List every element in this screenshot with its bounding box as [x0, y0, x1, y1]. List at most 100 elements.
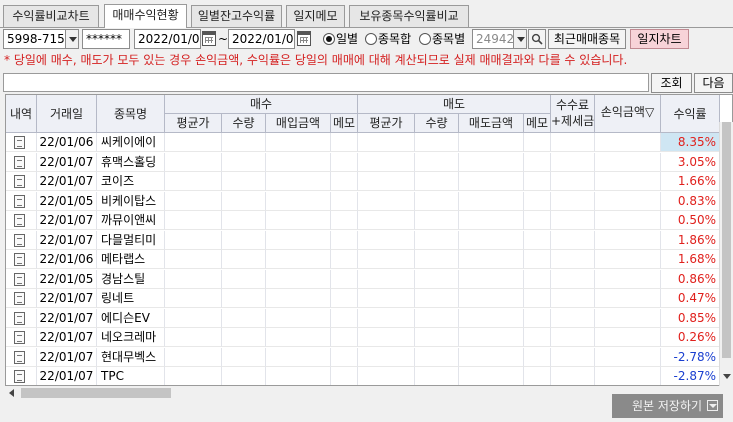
stock-code-input[interactable]: 249420	[472, 29, 514, 49]
empty-cell	[266, 308, 331, 328]
col-header-fee-line2: +제세금	[551, 114, 595, 128]
empty-cell	[459, 367, 524, 385]
document-icon[interactable]	[14, 155, 25, 169]
scroll-down-arrow-icon[interactable]	[723, 374, 731, 379]
col-header-sell-amount: 매도금액	[459, 114, 524, 133]
empty-cell	[551, 172, 595, 191]
horizontal-scroll-thumb[interactable]	[21, 388, 171, 398]
tab-return-compare-chart[interactable]: 수익률비교차트	[3, 5, 99, 28]
col-header-return-rate[interactable]: 수익률	[661, 95, 720, 133]
vertical-scrollbar[interactable]	[719, 122, 733, 386]
table-row[interactable]: 22/01/06 씨케이에이 8.35%	[6, 133, 732, 152]
empty-cell	[222, 191, 266, 211]
stock-name-cell: 씨케이에이	[97, 133, 165, 152]
account-select[interactable]: 5998-7154	[3, 29, 66, 49]
table-row[interactable]: 22/01/05 비케이탑스 0.83%	[6, 191, 732, 211]
tab-journal-memo[interactable]: 일지메모	[286, 5, 345, 28]
document-icon[interactable]	[14, 253, 25, 266]
stock-name-cell: TPC	[97, 367, 165, 385]
empty-cell	[524, 328, 551, 347]
empty-cell	[165, 211, 222, 230]
save-original-button[interactable]: 원본 저장하기	[612, 394, 723, 418]
journal-chart-button[interactable]: 일지차트	[630, 29, 689, 49]
empty-cell	[459, 152, 524, 172]
empty-cell	[459, 172, 524, 191]
empty-cell	[266, 250, 331, 269]
radio-daily-label: 일별	[336, 32, 359, 46]
empty-cell	[459, 230, 524, 250]
radio-by-stock-dot-icon	[419, 33, 431, 45]
table-row[interactable]: 22/01/07 다믈멀티미 1.86%	[6, 230, 732, 250]
return-rate-cell: -2.87%	[661, 367, 720, 385]
table-row[interactable]: 22/01/07 휴맥스홀딩 3.05%	[6, 152, 732, 172]
document-icon[interactable]	[14, 292, 25, 305]
table-row[interactable]: 22/01/07 코이즈 1.66%	[6, 172, 732, 191]
row-detail-cell	[6, 308, 37, 328]
scroll-left-arrow-icon[interactable]	[9, 389, 14, 397]
vertical-scroll-thumb[interactable]	[722, 122, 731, 358]
empty-cell	[358, 328, 415, 347]
document-icon[interactable]	[14, 175, 25, 188]
tab-holding-return-compare[interactable]: 보유종목수익률비교	[349, 5, 469, 28]
empty-cell	[358, 133, 415, 152]
table-row[interactable]: 22/01/07 TPC -2.87%	[6, 367, 732, 385]
col-group-sell: 매도	[358, 95, 551, 114]
document-icon[interactable]	[14, 350, 25, 364]
tab-daily-balance-return[interactable]: 일별잔고수익률	[191, 5, 282, 28]
table-row[interactable]: 22/01/06 메타랩스 1.68%	[6, 250, 732, 269]
empty-cell	[358, 172, 415, 191]
table-row[interactable]: 22/01/07 에디슨EV 0.85%	[6, 308, 732, 328]
date-from-calendar-icon[interactable]	[202, 31, 216, 46]
empty-cell	[551, 308, 595, 328]
table-row[interactable]: 22/01/07 네오크레마 0.26%	[6, 328, 732, 347]
document-icon[interactable]	[14, 370, 25, 383]
tab-trade-profit-status[interactable]: 매매수익현황	[104, 4, 187, 28]
document-icon[interactable]	[14, 136, 25, 149]
col-header-trade-date: 거래일	[37, 95, 97, 133]
empty-cell	[331, 211, 358, 230]
stock-search-button[interactable]	[528, 29, 546, 49]
search-button[interactable]: 조회	[651, 73, 692, 93]
row-detail-cell	[6, 250, 37, 269]
empty-cell	[595, 269, 661, 289]
empty-cell	[266, 367, 331, 385]
empty-cell	[595, 250, 661, 269]
recent-trade-stocks-button[interactable]: 최근매매종목	[548, 29, 626, 49]
empty-cell	[415, 269, 459, 289]
empty-cell	[358, 308, 415, 328]
stock-name-cell: 까뮤이앤씨	[97, 211, 165, 230]
document-icon[interactable]	[14, 214, 25, 227]
document-icon[interactable]	[14, 311, 25, 325]
document-icon[interactable]	[14, 194, 25, 208]
empty-cell	[551, 191, 595, 211]
save-original-label: 원본 저장하기	[632, 399, 703, 413]
empty-cell	[551, 269, 595, 289]
radio-by-stock[interactable]: 종목별	[419, 30, 465, 48]
radio-daily[interactable]: 일별	[323, 30, 358, 48]
dropdown-chevron-icon[interactable]	[707, 400, 718, 411]
account-dropdown-chevron-icon[interactable]	[65, 29, 79, 49]
empty-cell	[551, 152, 595, 172]
table-row[interactable]: 22/01/07 링네트 0.47%	[6, 289, 732, 308]
stock-code-chevron-icon[interactable]	[513, 29, 527, 49]
radio-stock-sum[interactable]: 종목합	[365, 30, 411, 48]
date-from-input[interactable]: 2022/01/03	[134, 29, 201, 49]
date-range-separator: ~	[218, 32, 229, 46]
document-icon[interactable]	[14, 331, 25, 344]
password-field[interactable]: ******	[82, 29, 130, 49]
col-header-profit-loss[interactable]: 손익금액▽	[595, 95, 661, 133]
document-icon[interactable]	[14, 272, 25, 286]
date-to-input[interactable]: 2022/01/07	[228, 29, 295, 49]
col-header-fee-line1: 수수료	[555, 98, 590, 112]
empty-cell	[551, 250, 595, 269]
next-button[interactable]: 다음	[694, 73, 733, 93]
radio-by-stock-label: 종목별	[432, 32, 466, 46]
document-icon[interactable]	[14, 233, 25, 247]
table-row[interactable]: 22/01/07 까뮤이앤씨 0.50%	[6, 211, 732, 230]
row-detail-cell	[6, 211, 37, 230]
date-to-calendar-icon[interactable]	[297, 31, 311, 46]
empty-cell	[358, 191, 415, 211]
row-detail-cell	[6, 230, 37, 250]
table-row[interactable]: 22/01/07 현대무벡스 -2.78%	[6, 347, 732, 367]
table-row[interactable]: 22/01/05 경남스틸 0.86%	[6, 269, 732, 289]
